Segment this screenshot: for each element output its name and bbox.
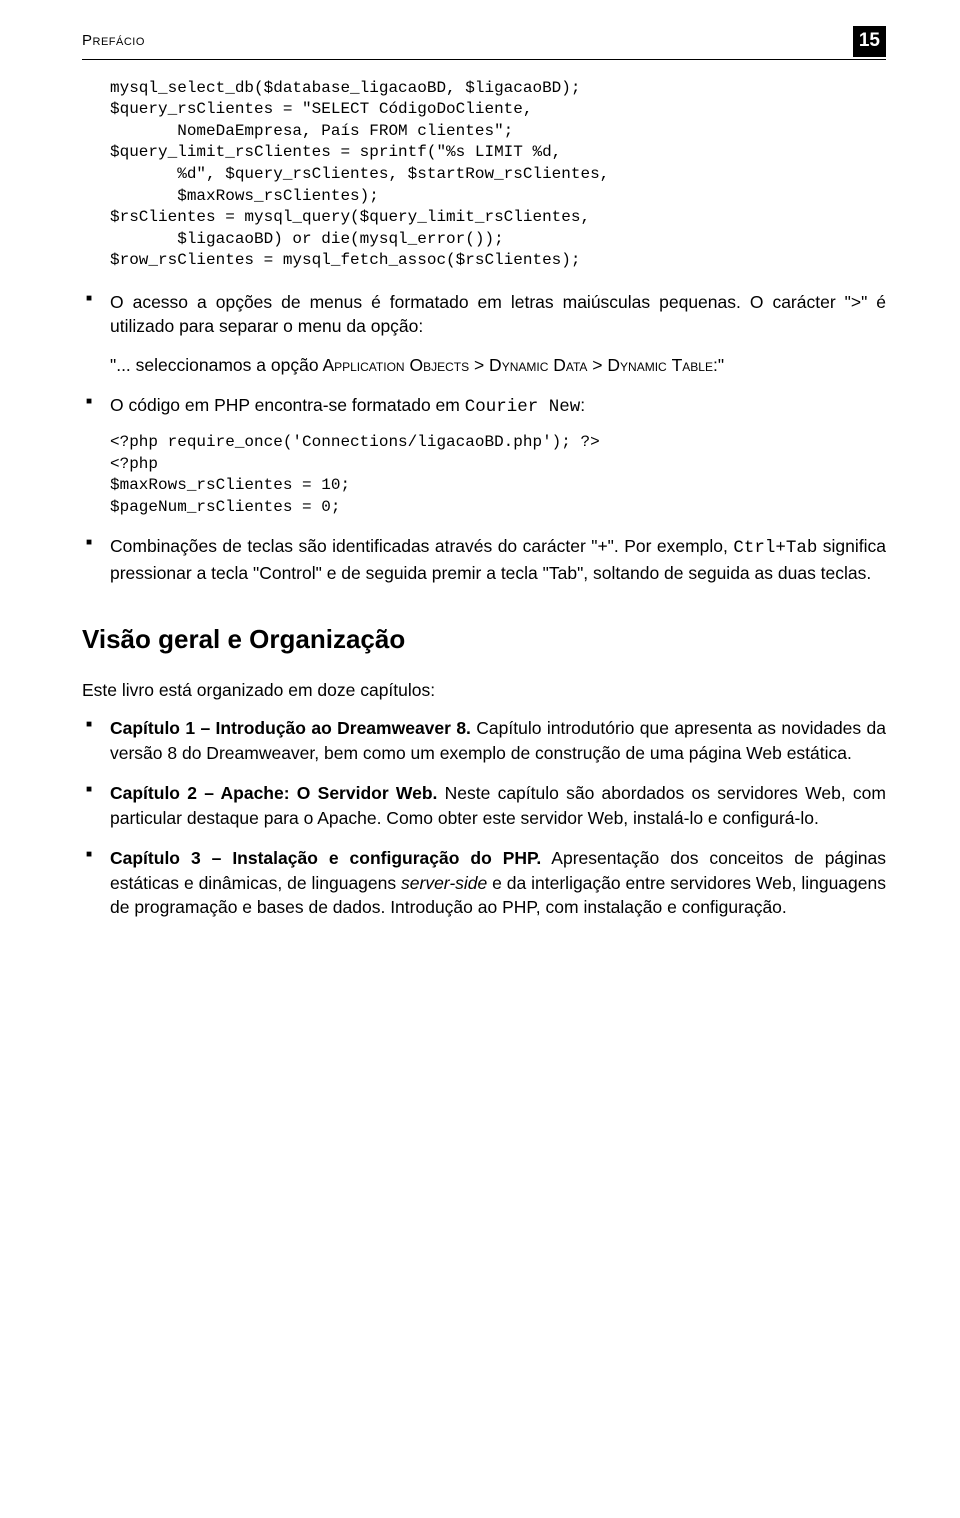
body-text: O código em PHP encontra-se formatado em	[110, 395, 465, 415]
text: > D	[469, 355, 502, 375]
list-item: Capítulo 1 – Introdução ao Dreamweaver 8…	[82, 716, 886, 765]
smallcaps-text: ynamic	[502, 355, 554, 375]
intro-text: Este livro está organizado em doze capít…	[82, 678, 886, 703]
body-text: O acesso a opções de menus é formatado e…	[110, 292, 886, 337]
smallcaps-text: pplication	[334, 355, 409, 375]
code-block-2: <?php require_once('Connections/ligacaoB…	[110, 432, 886, 518]
list-item: O código em PHP encontra-se formatado em…	[82, 393, 886, 518]
list-item: Capítulo 3 – Instalação e configuração d…	[82, 846, 886, 920]
inline-code: Ctrl+Tab	[733, 538, 817, 558]
text: D	[553, 355, 566, 375]
chapter-list: Capítulo 1 – Introdução ao Dreamweaver 8…	[82, 716, 886, 920]
text: T	[672, 355, 683, 375]
chapter-title: Capítulo 3 – Instalação e configuração d…	[110, 848, 541, 868]
body-text: :	[580, 395, 585, 415]
smallcaps-text: ata	[566, 355, 588, 375]
quote-text: "... seleccionamos a opção Application O…	[110, 353, 886, 378]
text: O	[409, 355, 423, 375]
inline-code: Courier New	[465, 397, 581, 417]
code-block-1: mysql_select_db($database_ligacaoBD, $li…	[110, 78, 886, 272]
body-text: Combinações de teclas são identificadas …	[110, 536, 733, 556]
page-number-badge: 15	[853, 26, 886, 57]
smallcaps-text: ynamic	[620, 355, 672, 375]
chapter-title: Capítulo 2 – Apache: O Servidor Web.	[110, 783, 437, 803]
chapter-title: Capítulo 1 – Introdução ao Dreamweaver 8…	[110, 718, 471, 738]
list-item: O acesso a opções de menus é formatado e…	[82, 290, 886, 378]
smallcaps-text: bjects	[423, 355, 469, 375]
section-heading: Visão geral e Organização	[82, 621, 886, 657]
text: "... seleccionamos a opção A	[110, 355, 334, 375]
list-item: Capítulo 2 – Apache: O Servidor Web. Nes…	[82, 781, 886, 830]
smallcaps-text: able	[682, 355, 713, 375]
list-item: Combinações de teclas são identificadas …	[82, 534, 886, 585]
italic-text: server-side	[401, 873, 487, 893]
header-label: Prefácio	[82, 30, 145, 51]
text: :"	[713, 355, 724, 375]
page-header: Prefácio 15	[82, 30, 886, 60]
text: > D	[587, 355, 620, 375]
bullet-list-1: O acesso a opções de menus é formatado e…	[82, 290, 886, 585]
